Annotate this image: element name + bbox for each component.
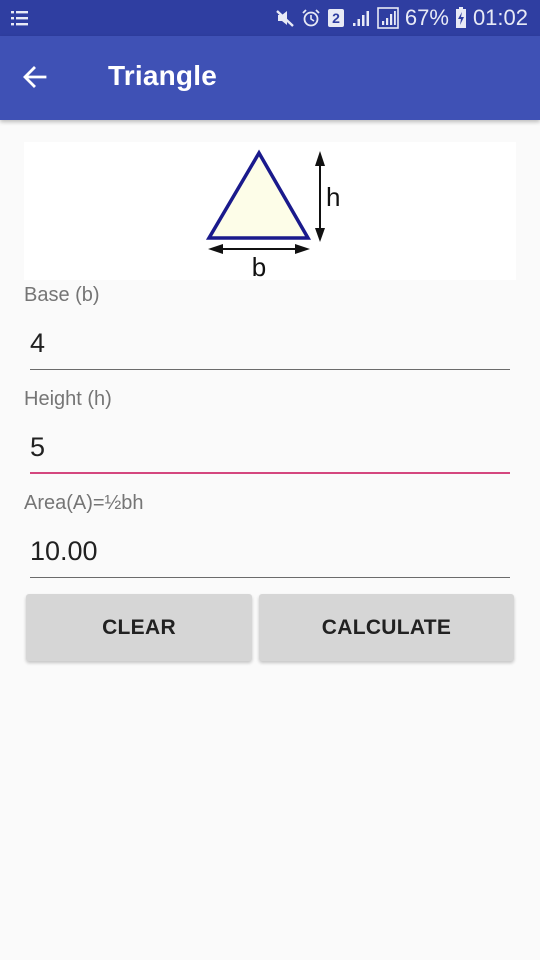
calculate-button[interactable]: CALCULATE — [259, 594, 514, 661]
alarm-icon — [301, 8, 321, 28]
sim-2-icon: 2 — [327, 8, 345, 28]
clear-button[interactable]: CLEAR — [26, 594, 252, 661]
triangle-diagram: h b — [24, 142, 516, 282]
height-arrow-icon — [315, 151, 325, 242]
svg-text:2: 2 — [332, 10, 340, 26]
base-symbol: b — [252, 252, 266, 280]
mute-icon — [275, 8, 295, 28]
signal-icon — [351, 8, 371, 28]
list-notification-icon — [10, 9, 30, 27]
height-label: Height (h) — [24, 388, 112, 410]
base-input[interactable] — [30, 324, 510, 370]
app-toolbar: Triangle — [0, 36, 540, 120]
battery-percent: 67% — [404, 5, 449, 30]
area-output[interactable] — [30, 532, 510, 578]
status-icons: 2 67% 01:02 — [275, 0, 528, 36]
battery-charging-icon — [455, 7, 467, 29]
back-button[interactable] — [14, 58, 56, 100]
height-input[interactable] — [30, 428, 510, 474]
base-label: Base (b) — [24, 284, 100, 306]
area-label: Area(A)=½bh — [24, 492, 144, 514]
signal-boxed-icon — [377, 7, 399, 29]
status-bar: 2 67% 01:02 — [0, 0, 540, 36]
arrow-left-icon — [22, 64, 48, 95]
triangle-shape — [205, 149, 312, 240]
page-title: Triangle — [108, 60, 217, 91]
clock-time: 01:02 — [472, 5, 528, 30]
height-symbol: h — [326, 182, 340, 212]
